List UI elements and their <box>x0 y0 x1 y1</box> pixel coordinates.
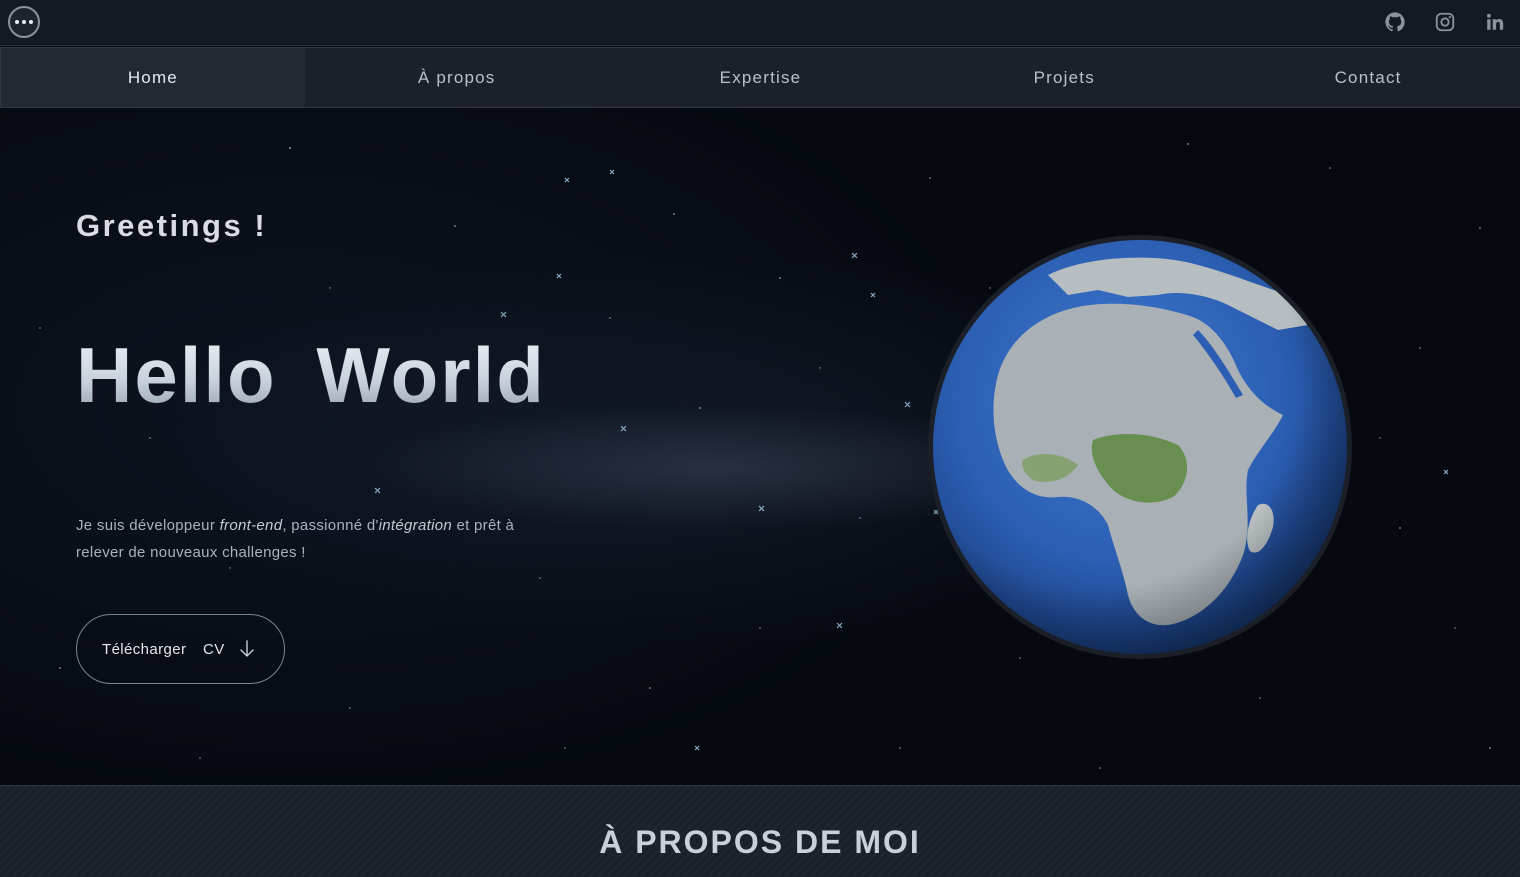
nav-item-contact[interactable]: Contact <box>1216 48 1520 107</box>
intro-paragraph: Je suis développeur front-end, passionné… <box>76 517 515 561</box>
main-nav: Home À propos Expertise Projets Contact <box>0 47 1520 108</box>
greeting-text: Greetings ! <box>76 208 268 243</box>
social-links <box>1384 11 1506 33</box>
github-icon[interactable] <box>1384 11 1406 33</box>
about-section: À PROPOS DE MOI <box>0 785 1520 877</box>
hero-headline: Hello World <box>76 331 546 419</box>
intro-emphasis-integration: intégration <box>378 517 452 534</box>
nav-item-a-propos[interactable]: À propos <box>305 48 609 107</box>
linkedin-icon[interactable] <box>1484 11 1506 33</box>
hero-section: Greetings ! Hello World Je suis développ… <box>0 108 1520 785</box>
nav-item-projets[interactable]: Projets <box>912 48 1216 107</box>
intro-emphasis-front-end: front-end <box>219 517 283 534</box>
more-dots-icon[interactable] <box>8 6 40 38</box>
earth-globe <box>928 235 1352 659</box>
download-cv-button[interactable]: Télécharger CV <box>76 614 285 684</box>
about-section-title: À PROPOS DE MOI <box>599 824 921 860</box>
nav-item-home[interactable]: Home <box>0 48 305 107</box>
download-cv-label: Télécharger CV <box>102 640 225 658</box>
instagram-icon[interactable] <box>1434 11 1456 33</box>
arrow-down-icon <box>239 640 254 657</box>
top-bar <box>0 0 1520 46</box>
nav-item-expertise[interactable]: Expertise <box>609 48 913 107</box>
